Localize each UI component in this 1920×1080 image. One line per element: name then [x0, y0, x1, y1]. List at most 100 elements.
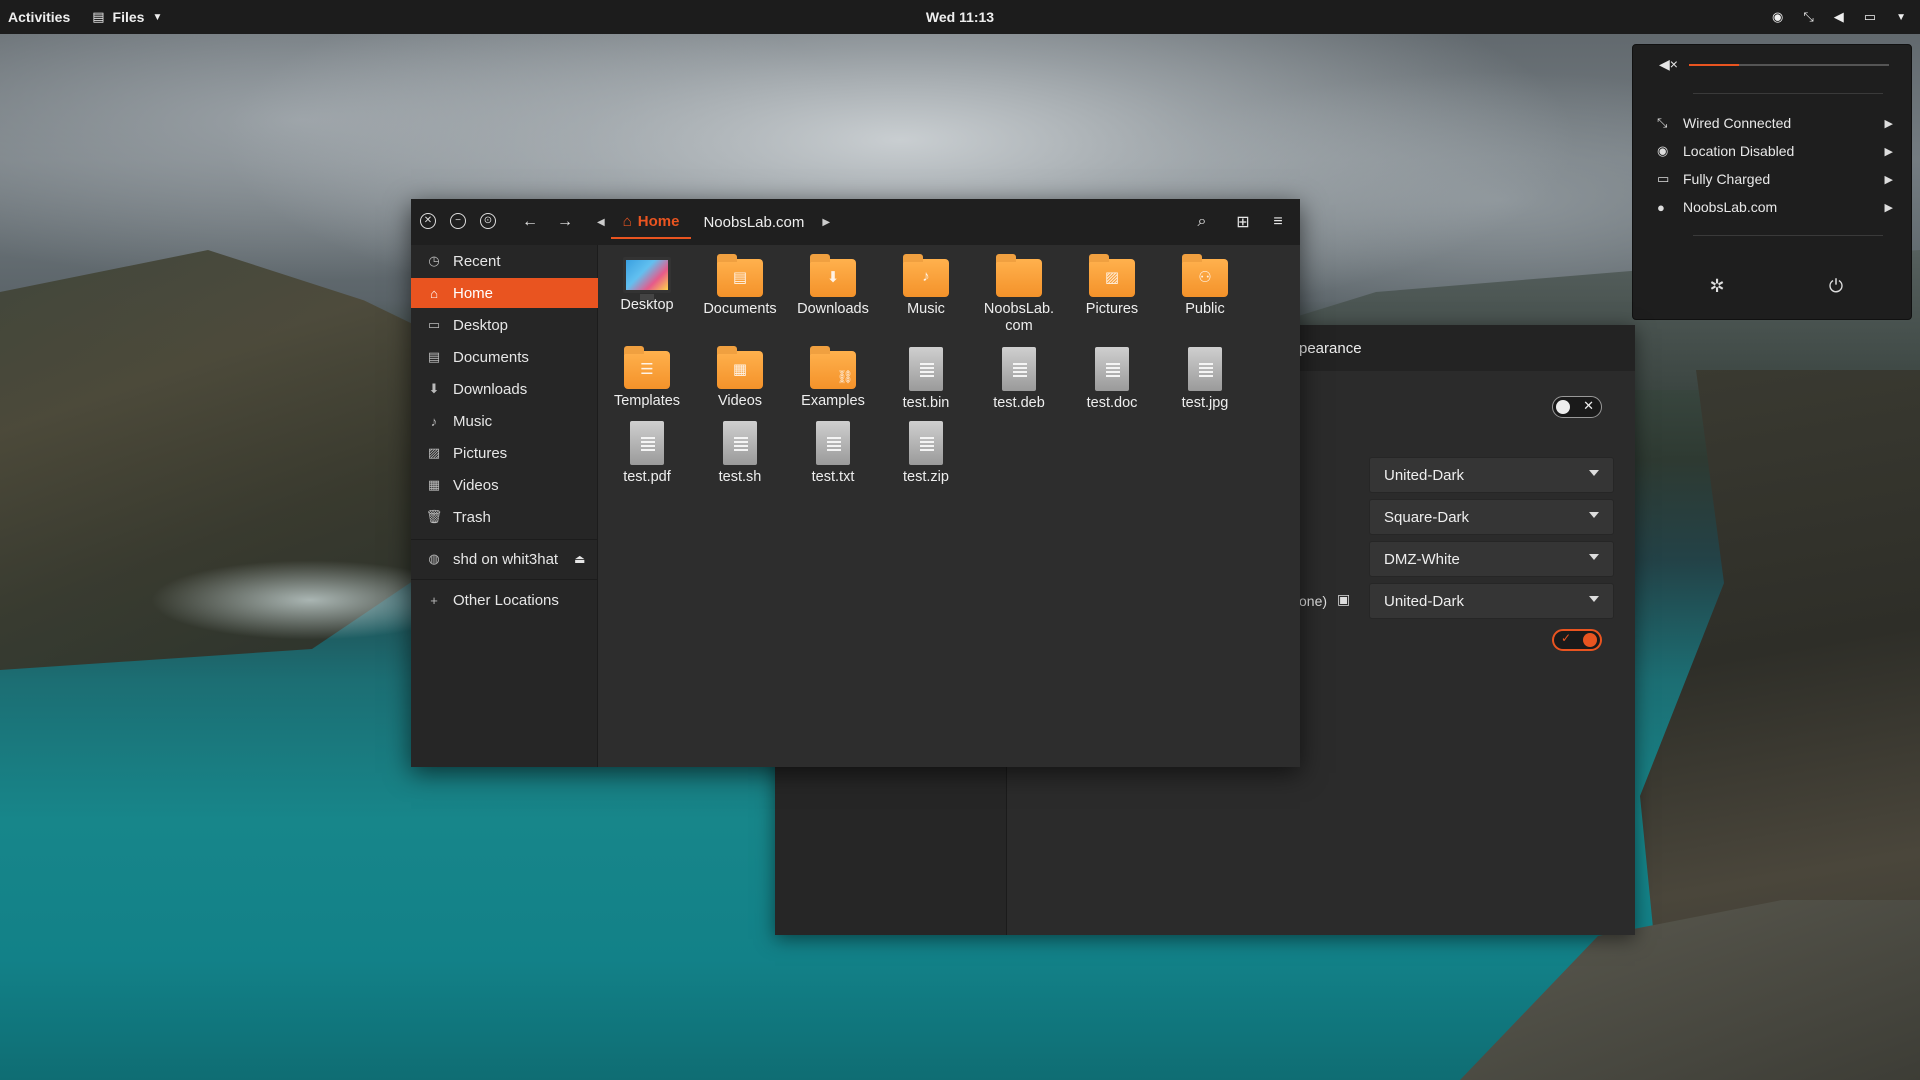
menu-button[interactable]: ≡: [1264, 208, 1292, 236]
folder-public-icon: ⚇: [1182, 254, 1228, 297]
app-menu[interactable]: ▤ Files ▼: [92, 9, 162, 25]
forward-button[interactable]: →: [551, 208, 579, 236]
settings-button[interactable]: ✲: [1702, 271, 1732, 301]
file-item-music[interactable]: ♪ Music: [881, 251, 971, 318]
battery-icon: ▭: [1657, 171, 1670, 186]
trash-icon: 🗑: [425, 509, 443, 524]
volume-muted-icon: ◀×: [1659, 56, 1678, 72]
menu-item-label: Wired Connected: [1683, 115, 1792, 131]
videos-icon: ▦: [427, 477, 441, 492]
clock-icon: ◷: [428, 253, 440, 268]
desktop-folder-icon: [623, 257, 671, 300]
system-tray[interactable]: ◉ ⤡ ◀ ▭ ▼: [1772, 0, 1906, 34]
switch-knob: [1556, 400, 1570, 414]
file-item-test-deb[interactable]: test.deb: [974, 343, 1064, 412]
shell-theme-combo[interactable]: United-Dark: [1369, 583, 1614, 619]
icons-theme-combo[interactable]: DMZ-White: [1369, 541, 1614, 577]
maximize-window-button[interactable]: ⊙: [480, 213, 496, 229]
hamburger-menu-icon: ≡: [1273, 213, 1283, 230]
close-window-button[interactable]: ✕: [420, 213, 436, 229]
sidebar-item-videos[interactable]: ▦ Videos: [411, 470, 598, 500]
file-item-test-bin[interactable]: test.bin: [881, 343, 971, 412]
activities-button[interactable]: Activities: [8, 9, 70, 25]
file-item-videos[interactable]: ▦ Videos: [695, 343, 785, 410]
file-item-downloads[interactable]: ⬇ Downloads: [788, 251, 878, 318]
file-item-documents[interactable]: ▤ Documents: [695, 251, 785, 318]
check-icon: ✓: [1561, 631, 1572, 645]
sidebar-item-desktop[interactable]: ▭ Desktop: [411, 310, 598, 340]
search-button[interactable]: ⌕: [1188, 208, 1216, 236]
file-icon[interactable]: ▣: [1337, 591, 1350, 608]
files-app-icon: ▤: [92, 9, 105, 24]
file-item-test-jpg[interactable]: test.jpg: [1160, 343, 1250, 412]
file-item-test-txt[interactable]: test.txt: [788, 417, 878, 486]
sidebar-item-label: Downloads: [453, 380, 528, 398]
path-scroll-right-icon[interactable]: ▶: [816, 217, 836, 228]
folder-music-icon: ♪: [903, 254, 949, 297]
file-item-label: Pictures: [1085, 301, 1139, 317]
cursor-theme-combo[interactable]: Square-Dark: [1369, 499, 1614, 535]
user-icon: ●: [1657, 199, 1665, 215]
file-item-public[interactable]: ⚇ Public: [1160, 251, 1250, 318]
file-item-label: Templates: [613, 393, 681, 409]
file-item-test-sh[interactable]: test.sh: [695, 417, 785, 486]
legacy-theme-switch[interactable]: ✓: [1552, 629, 1602, 651]
back-button[interactable]: ←: [516, 208, 544, 236]
sidebar-item-trash[interactable]: 🗑 Trash: [411, 502, 598, 532]
sidebar-item-downloads[interactable]: ⬇ Downloads: [411, 374, 598, 404]
path-segment-label: Home: [637, 212, 680, 230]
menu-item-label: Location Disabled: [1683, 143, 1795, 159]
sidebar-item-documents[interactable]: ▤ Documents: [411, 342, 598, 372]
network-wired-icon: ⤡: [1803, 9, 1814, 24]
file-document-icon: [1002, 347, 1036, 391]
path-segment-home[interactable]: ⌂ Home: [610, 205, 692, 239]
sidebar-item-recent[interactable]: ◷ Recent: [411, 246, 598, 276]
sidebar-item-label: Music: [453, 412, 493, 430]
eject-icon[interactable]: ⏏: [574, 552, 585, 566]
pictures-icon: ▨: [427, 445, 441, 460]
sidebar-separator: [411, 539, 598, 540]
power-button[interactable]: ⏻: [1821, 271, 1851, 301]
file-item-test-doc[interactable]: test.doc: [1067, 343, 1157, 412]
folder-templates-icon: ☰: [624, 346, 670, 389]
plus-icon: +: [430, 592, 438, 608]
chevron-down-icon: [1589, 512, 1599, 518]
menu-item-battery[interactable]: ▭ Fully Charged ▶: [1657, 167, 1893, 191]
menu-item-location[interactable]: ◉ Location Disabled ▶: [1657, 139, 1893, 163]
file-item-noobslab[interactable]: NoobsLab. com: [974, 251, 1064, 335]
file-item-templates[interactable]: ☰ Templates: [602, 343, 692, 410]
downloads-icon: ⬇: [428, 381, 440, 396]
file-item-test-zip[interactable]: test.zip: [881, 417, 971, 486]
file-item-test-pdf[interactable]: test.pdf: [602, 417, 692, 486]
network-wired-icon: ⤡: [1657, 115, 1668, 130]
chevron-down-icon: [1589, 470, 1599, 476]
sidebar-item-home[interactable]: ⌂ Home: [411, 278, 598, 308]
home-icon: ⌂: [622, 212, 632, 230]
clock[interactable]: Wed 11:13: [926, 9, 994, 25]
path-segment-noobslab[interactable]: NoobsLab.com: [691, 205, 816, 239]
file-item-examples[interactable]: ⛓ Examples: [788, 343, 878, 410]
sidebar-item-label: Videos: [453, 476, 499, 494]
combo-value: United-Dark: [1384, 466, 1465, 484]
folder-documents-icon: ▤: [717, 254, 763, 297]
sidebar-item-music[interactable]: ♪ Music: [411, 406, 598, 436]
sidebar-item-other-locations[interactable]: + Other Locations: [411, 585, 598, 615]
sidebar-item-label: Recent: [453, 252, 501, 270]
minimize-window-button[interactable]: −: [450, 213, 466, 229]
chevron-down-icon: [1589, 554, 1599, 560]
file-item-label: test.txt: [811, 469, 855, 485]
volume-slider[interactable]: [1689, 64, 1889, 66]
file-item-desktop[interactable]: Desktop: [602, 251, 692, 314]
path-scroll-left-icon[interactable]: ◀: [591, 217, 611, 228]
menu-item-user[interactable]: ● NoobsLab.com ▶: [1657, 195, 1893, 219]
sidebar-item-pictures[interactable]: ▨ Pictures: [411, 438, 598, 468]
menu-separator: [1693, 93, 1883, 94]
animations-switch[interactable]: ✕: [1552, 396, 1602, 418]
file-item-pictures[interactable]: ▨ Pictures: [1067, 251, 1157, 318]
view-toggle-button[interactable]: ⊞: [1229, 208, 1257, 236]
sidebar-item-network-mount[interactable]: ◍ shd on whit3hat ⏏: [411, 544, 598, 574]
applications-theme-combo[interactable]: United-Dark: [1369, 457, 1614, 493]
menu-item-label: NoobsLab.com: [1683, 199, 1778, 215]
menu-item-wired[interactable]: ⤡ Wired Connected ▶: [1657, 111, 1893, 135]
sidebar-separator: [411, 579, 598, 580]
